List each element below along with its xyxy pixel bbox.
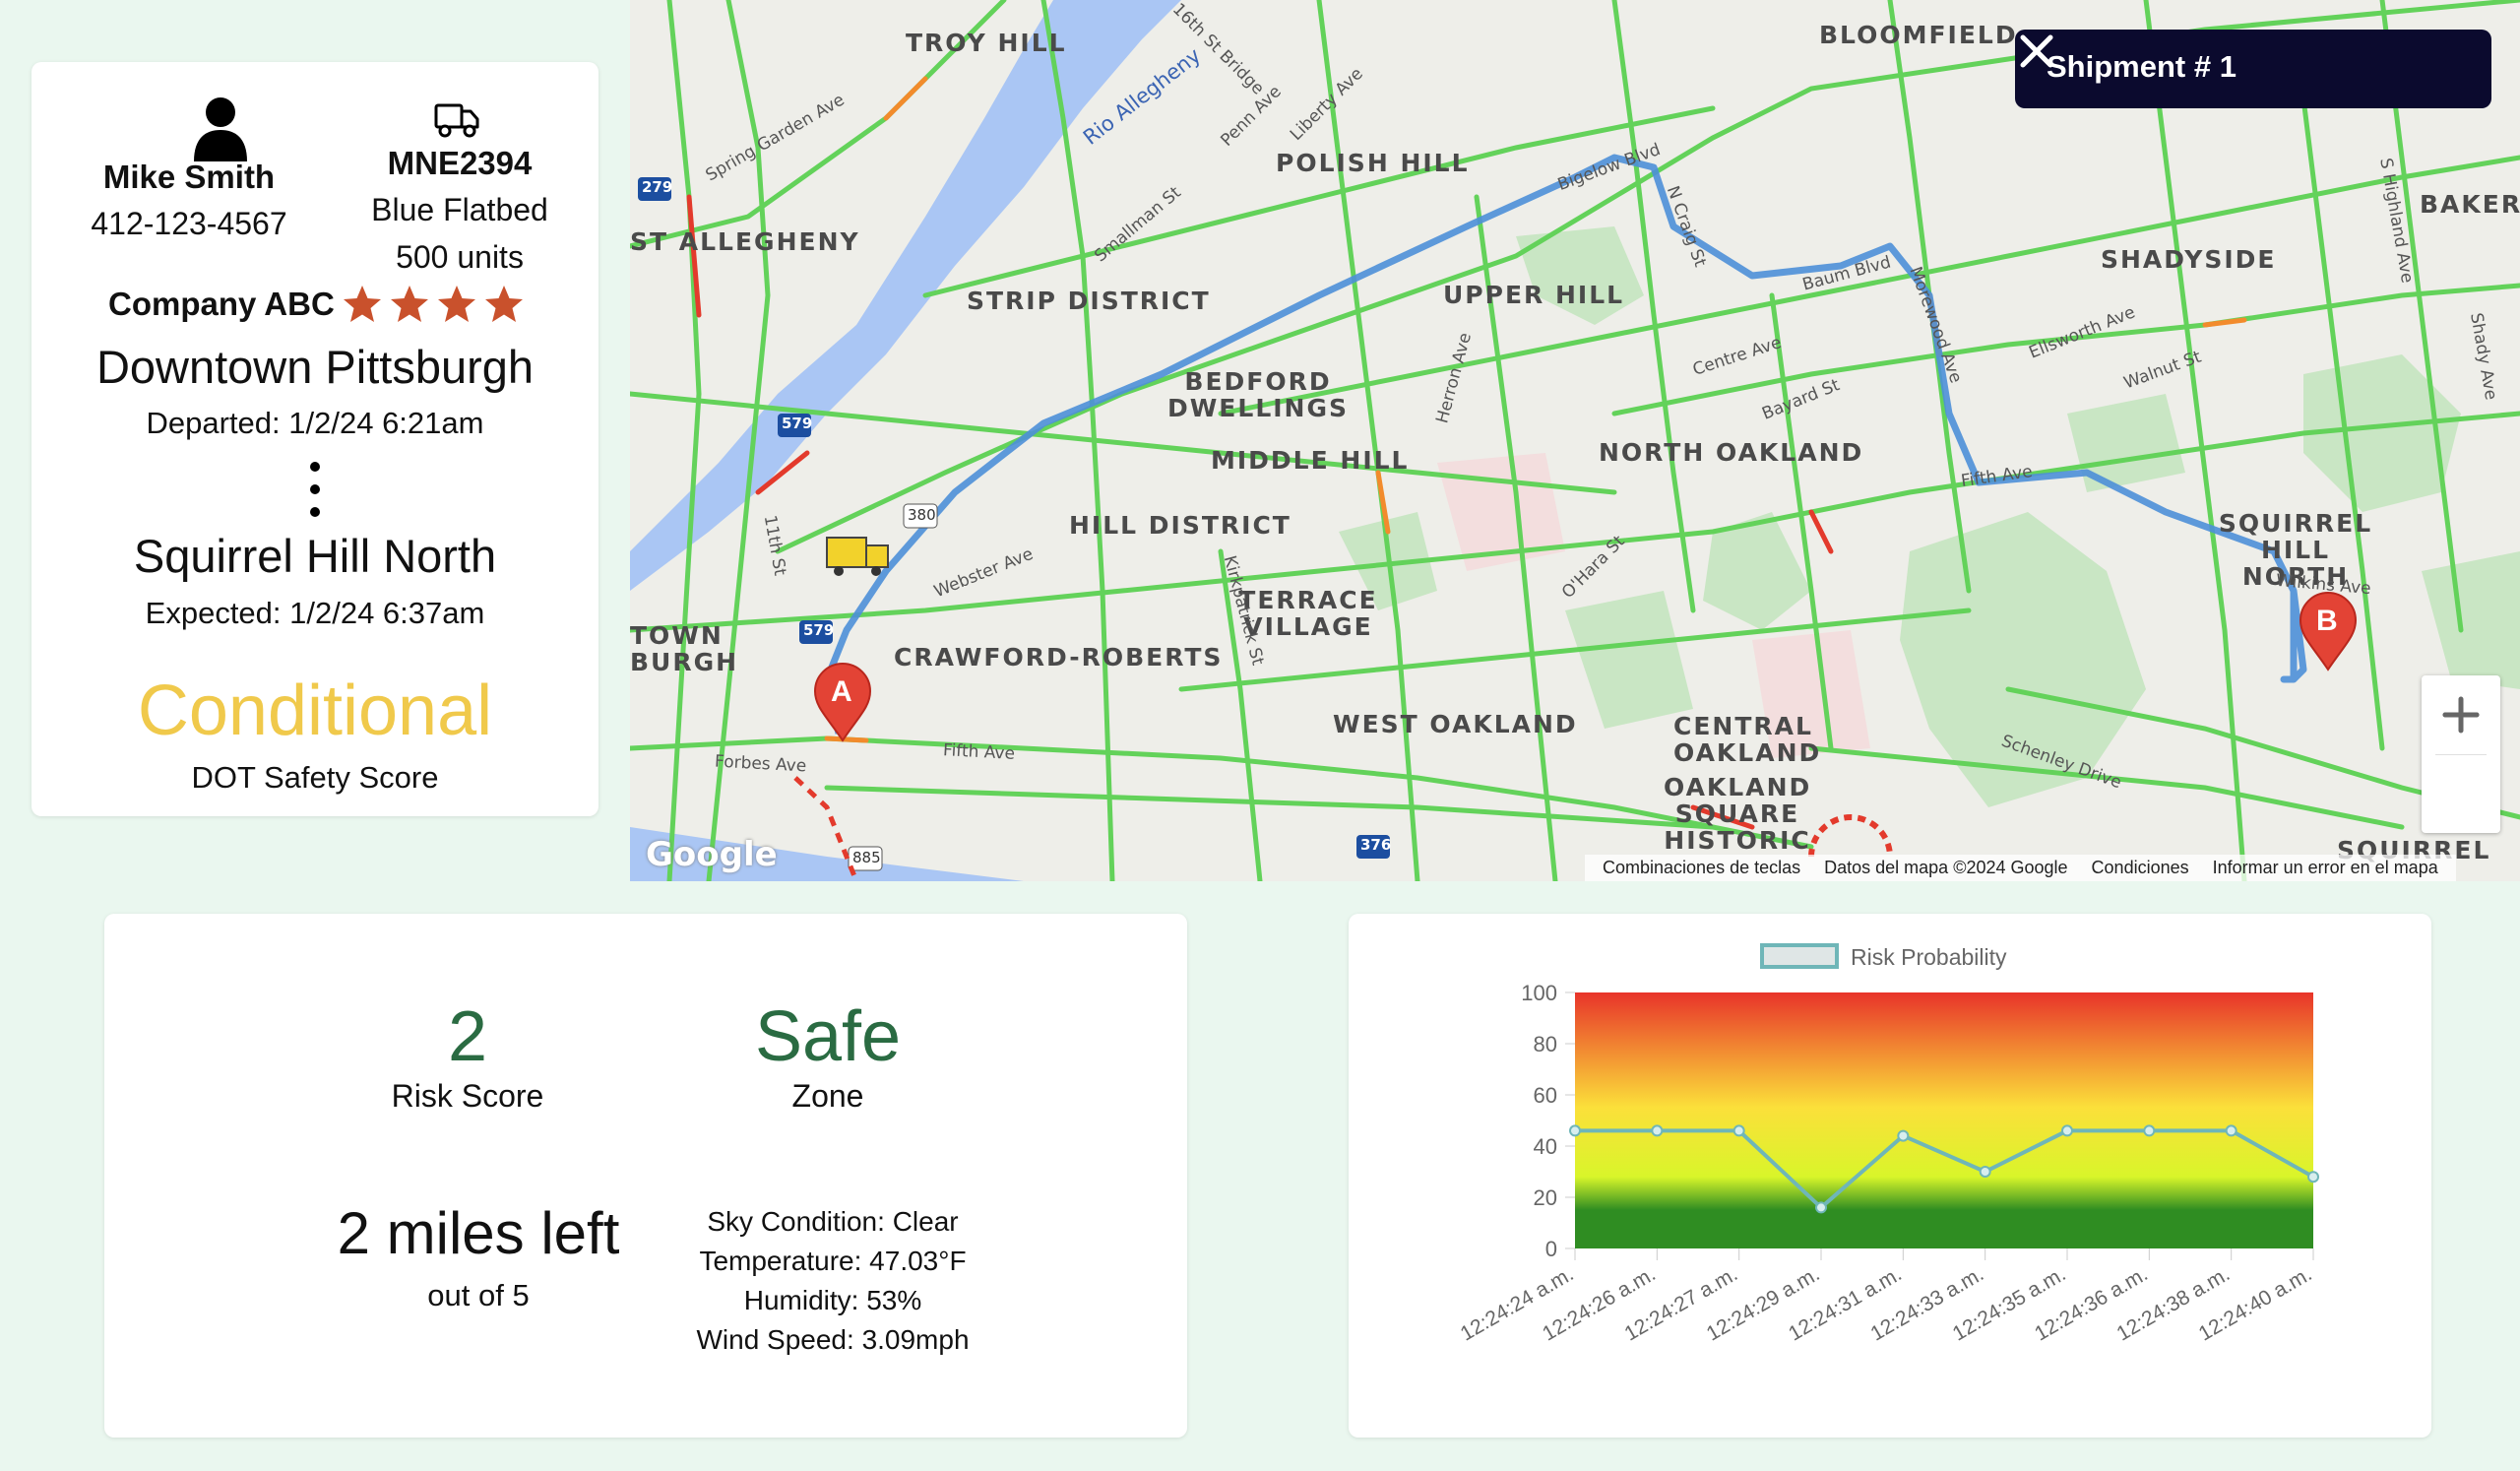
zoom-controls (2422, 675, 2500, 833)
y-tick-label: 0 (1545, 1237, 1557, 1261)
driver-phone: 412-123-4567 (91, 206, 287, 241)
map-label-east-allegheny: ST ALLEGHENY (630, 227, 860, 256)
data-point (2307, 1171, 2319, 1183)
shield-380: 380 (908, 506, 936, 524)
shipment-title: Shipment # 1 (2047, 49, 2236, 84)
truck-units: 500 units (396, 239, 524, 275)
dot-safety-level: Conditional (137, 672, 493, 750)
star-icon (343, 286, 381, 322)
map-label-downtown: TOWN BURGH (630, 621, 739, 676)
truck-plate: MNE2394 (387, 145, 533, 181)
map-label-polish-hill: POLISH HILL (1276, 149, 1470, 177)
trip-expected: Expected: 1/2/24 6:37am (145, 596, 485, 630)
map-label-shadyside: SHADYSIDE (2101, 245, 2277, 274)
data-point (1897, 1129, 1910, 1142)
map-label-oakland-square: OAKLAND SQUARE HISTORIC (1664, 773, 1812, 855)
data-point (1732, 1124, 1745, 1137)
trip-departed: Departed: 1/2/24 6:21am (146, 406, 484, 440)
minus-icon[interactable] (2422, 675, 2500, 754)
zone-value: Safe (754, 997, 902, 1076)
map-label-upper-hill: UPPER HILL (1443, 281, 1625, 309)
map-label-middle-hill: MIDDLE HILL (1211, 446, 1410, 475)
data-point (1815, 1201, 1827, 1214)
map-label-bakery: BAKERY (2420, 190, 2520, 219)
truck-icon (434, 103, 479, 138)
driver-name: Mike Smith (102, 159, 276, 195)
star-icon (437, 286, 475, 322)
map-footer: Combinaciones de teclas Datos del mapa ©… (1585, 855, 2456, 881)
truck-marker (826, 537, 889, 576)
miles-total: out of 5 (427, 1278, 530, 1312)
weather-info: Sky Condition: Clear Temperature: 47.03°… (675, 1202, 990, 1360)
y-tick-label: 80 (1534, 1032, 1557, 1056)
risk-chart-card: 0 20 40 60 80 100 12:24:24 a.m. 12:24:26 a.m. 12… (1349, 914, 2431, 1438)
keyboard-shortcuts-link[interactable]: Combinaciones de teclas (1603, 858, 1800, 878)
shield-579-north: 579 (782, 415, 813, 432)
truck-description: Blue Flatbed (371, 192, 548, 227)
shield-579-south: 579 (803, 621, 835, 639)
dot-safety-label: DOT Safety Score (191, 760, 439, 795)
trip-destination: Squirrel Hill North (133, 530, 497, 582)
sky-condition: Sky Condition: Clear (707, 1206, 959, 1237)
y-tick-label: 40 (1534, 1134, 1557, 1159)
person-icon (194, 97, 247, 161)
humidity: Humidity: 53% (743, 1285, 922, 1315)
data-point (1651, 1124, 1664, 1137)
driver-card: Mike Smith 412-123-4567 MNE2394 Blue Fla… (32, 62, 598, 816)
shield-885: 885 (852, 849, 881, 866)
risk-card: 2 Risk Score Safe Zone 2 miles left out … (104, 914, 1187, 1438)
data-point (1569, 1124, 1581, 1137)
risk-score-label: Risk Score (391, 1078, 544, 1114)
data-point (2225, 1124, 2237, 1137)
legend-swatch (1760, 943, 1839, 969)
google-logo: Google (646, 835, 778, 874)
risk-score-value: 2 (447, 997, 488, 1076)
map-label-bloomfield: BLOOMFIELD (1819, 21, 2018, 49)
star-icon (484, 286, 523, 322)
map-label-crawford-roberts: CRAWFORD-ROBERTS (894, 643, 1224, 672)
map-label-north-oakland: NORTH OAKLAND (1599, 438, 1864, 467)
trip-origin: Downtown Pittsburgh (95, 341, 535, 393)
report-error-link[interactable]: Informar un error en el mapa (2213, 858, 2438, 878)
map-label-central-oakland: CENTRAL OAKLAND (1673, 712, 1822, 767)
company-name: Company ABC (108, 286, 335, 322)
shield-376: 376 (1360, 836, 1392, 854)
wind-speed: Wind Speed: 3.09mph (696, 1324, 970, 1355)
vertical-dots-icon (310, 462, 320, 517)
chart-risk-gradient (1575, 992, 2313, 1248)
zoom-divider (2435, 754, 2487, 755)
map-label-west-oakland: WEST OAKLAND (1333, 710, 1578, 738)
map-label-hill-district: HILL DISTRICT (1069, 511, 1292, 540)
company-row: Company ABC (108, 283, 530, 326)
risk-chart: 02040608010012:24:24 a.m.12:24:26 a.m.12… (1457, 943, 2319, 1346)
close-icon[interactable] (2015, 30, 2058, 73)
terms-link[interactable]: Condiciones (2092, 858, 2189, 878)
shipment-header: Shipment # 1 (2015, 30, 2491, 108)
map-label-strip-district: STRIP DISTRICT (967, 287, 1211, 315)
marker-a-label[interactable]: A (831, 675, 852, 709)
company-rating (341, 283, 530, 326)
star-icon (390, 286, 428, 322)
zone-label: Zone (791, 1078, 864, 1114)
data-point (1979, 1166, 1991, 1178)
temperature: Temperature: 47.03°F (699, 1246, 967, 1276)
legend-label: Risk Probability (1851, 944, 2007, 970)
shield-279: 279 (642, 178, 673, 196)
y-tick-label: 100 (1521, 981, 1557, 1005)
data-point (2143, 1124, 2156, 1137)
street-fifth-ave-south: Fifth Ave (942, 740, 1016, 764)
marker-b-label[interactable]: B (2316, 605, 2338, 638)
route-map[interactable]: TROY HILL BLOOMFIELD POLISH HILL BAKERY … (630, 0, 2520, 881)
y-tick-label: 60 (1534, 1083, 1557, 1108)
map-data-credit: Datos del mapa ©2024 Google (1824, 858, 2068, 877)
map-label-troy-hill: TROY HILL (906, 29, 1067, 57)
map-label-bedford-dwellings: BEDFORD DWELLINGS (1166, 367, 1349, 422)
data-point (2061, 1124, 2073, 1137)
y-tick-label: 20 (1534, 1185, 1557, 1210)
map-canvas (630, 0, 2520, 881)
miles-left: 2 miles left (337, 1200, 620, 1266)
